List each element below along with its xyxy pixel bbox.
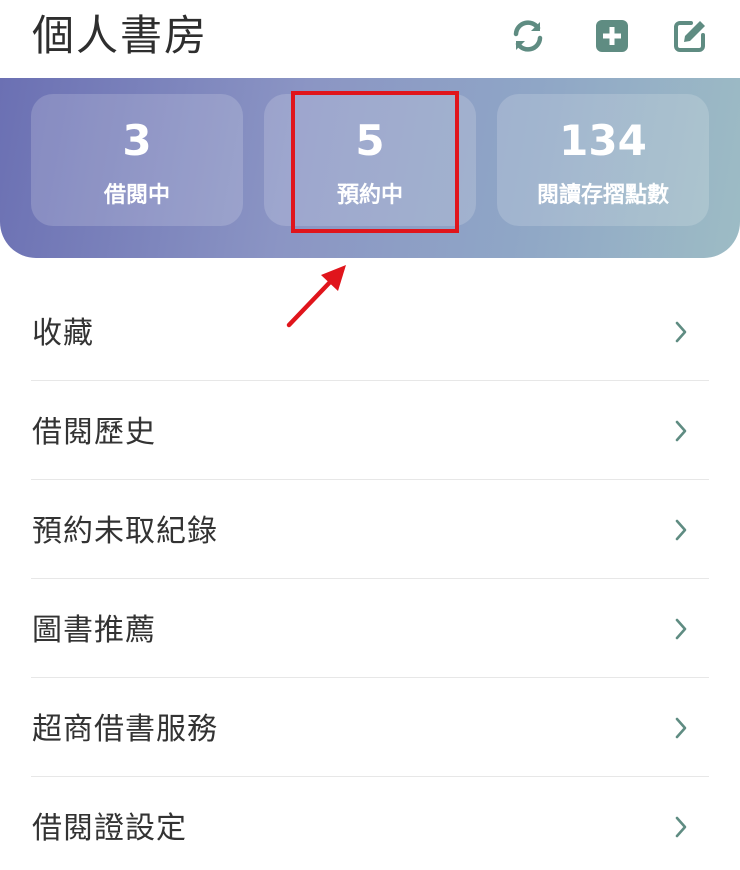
menu-list: 收藏 借閱歷史 預約未取紀錄 圖書推薦 超商借書服務 借閱證設定: [0, 282, 740, 870]
personal-library-screen: 個人書房 3 借閱中 5 預約中 134 閱讀存摺點數 收藏 借閱歷史 預約未取…: [0, 0, 740, 870]
menu-item-book-recommendations[interactable]: 圖書推薦: [0, 579, 740, 678]
stat-value: 134: [559, 116, 647, 165]
stat-label: 借閱中: [103, 183, 170, 208]
menu-item-library-card-settings[interactable]: 借閱證設定: [0, 777, 740, 870]
chevron-right-icon: [675, 321, 687, 343]
chevron-right-icon: [675, 420, 687, 442]
stat-card-borrowing[interactable]: 3 借閱中: [31, 94, 243, 226]
menu-item-borrow-history[interactable]: 借閱歷史: [0, 381, 740, 480]
menu-item-unclaimed-reservations[interactable]: 預約未取紀錄: [0, 480, 740, 579]
refresh-icon[interactable]: [508, 16, 548, 56]
stat-value: 5: [355, 116, 385, 165]
menu-item-label: 圖書推薦: [32, 613, 156, 648]
menu-item-label: 超商借書服務: [32, 712, 218, 747]
stats-banner: 3 借閱中 5 預約中 134 閱讀存摺點數: [0, 78, 740, 258]
stat-card-reserved[interactable]: 5 預約中: [264, 94, 476, 226]
chevron-right-icon: [675, 618, 687, 640]
stat-label: 預約中: [336, 183, 403, 208]
menu-item-label: 收藏: [32, 316, 94, 351]
menu-item-label: 借閱歷史: [32, 415, 156, 450]
chevron-right-icon: [675, 717, 687, 739]
chevron-right-icon: [675, 519, 687, 541]
menu-item-label: 預約未取紀錄: [32, 514, 218, 549]
stat-label: 閱讀存摺點數: [536, 183, 669, 208]
menu-item-favorites[interactable]: 收藏: [0, 282, 740, 381]
edit-icon[interactable]: [670, 16, 710, 56]
header-bar: 個人書房: [0, 0, 740, 78]
add-icon[interactable]: [592, 16, 632, 56]
menu-item-convenience-store-service[interactable]: 超商借書服務: [0, 678, 740, 777]
page-title: 個人書房: [32, 11, 209, 60]
stat-value: 3: [122, 116, 152, 165]
menu-item-label: 借閱證設定: [32, 811, 187, 846]
stat-card-reading-points[interactable]: 134 閱讀存摺點數: [497, 94, 709, 226]
chevron-right-icon: [675, 816, 687, 838]
